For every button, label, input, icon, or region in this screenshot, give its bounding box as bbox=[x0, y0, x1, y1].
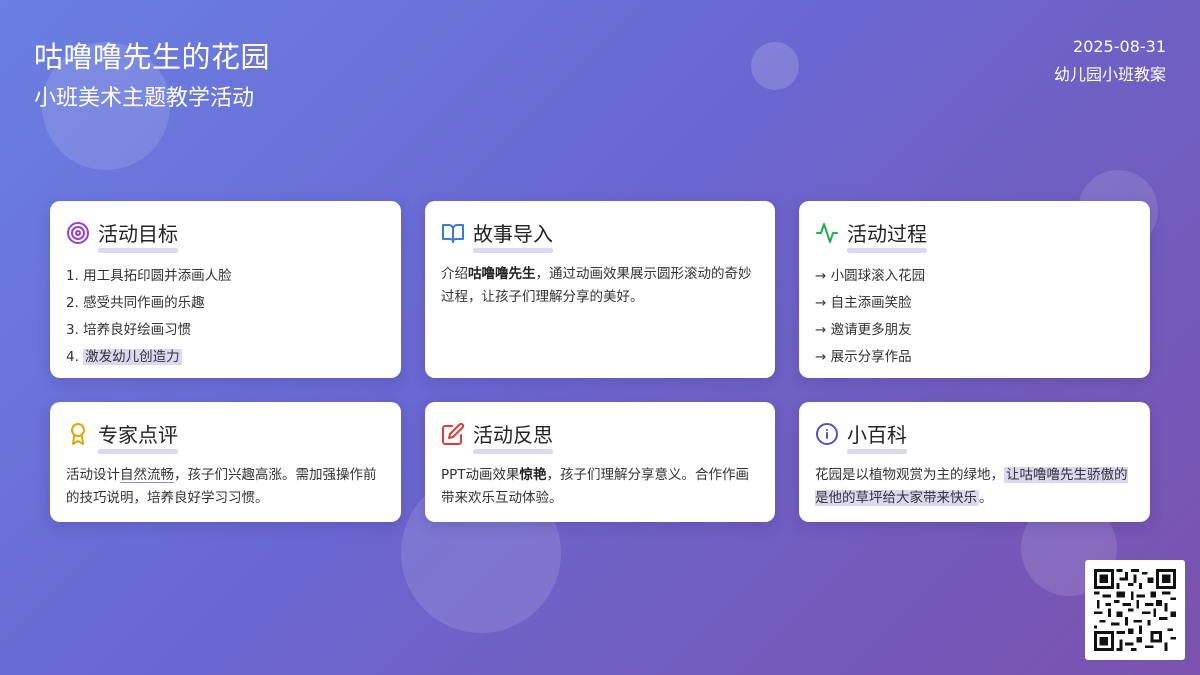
process-step: → 展示分享作品 bbox=[815, 349, 912, 365]
story-text-prefix: 介绍 bbox=[441, 266, 468, 282]
qr-code bbox=[1085, 560, 1185, 660]
target-icon bbox=[66, 221, 90, 245]
process-title: 活动过程 bbox=[847, 218, 927, 253]
reflection-card-header: 活动反思 bbox=[441, 419, 759, 454]
goal-item-number: 4. bbox=[66, 349, 84, 365]
story-card: 故事导入 介绍咕噜噜先生，通过动画效果展示圆形滚动的奇妙过程，让孩子们理解分享的… bbox=[425, 201, 775, 378]
wiki-title: 小百科 bbox=[847, 419, 907, 454]
wiki-text: 花园是以植物观赏为主的绿地， 让咕噜噜先生骄傲的是他的草坪给大家带来快乐。 bbox=[815, 464, 1134, 510]
goal-item: 2. 感受共同作画的乐趣 bbox=[66, 295, 205, 311]
story-card-header: 故事导入 bbox=[441, 218, 759, 253]
process-step: → 自主添画笑脸 bbox=[815, 295, 912, 311]
story-text-bold: 咕噜噜先生 bbox=[468, 266, 536, 282]
reflection-text: PPT动画效果惊艳，孩子们理解分享意义。合作作画带来欢乐互动体验。 bbox=[441, 464, 759, 510]
goals-card-header: 活动目标 bbox=[66, 218, 385, 253]
reflection-text-prefix: PPT动画效果 bbox=[441, 467, 520, 483]
process-card: 活动过程 → 小圆球滚入花园 → 自主添画笑脸 → 邀请更多朋友 → 展示分享作… bbox=[799, 201, 1150, 378]
reflection-title: 活动反思 bbox=[473, 419, 553, 454]
review-card-header: 专家点评 bbox=[66, 419, 385, 454]
review-card: 专家点评 活动设计自然流畅，孩子们兴趣高涨。需加强操作前的技巧说明，培养良好学习… bbox=[50, 402, 401, 522]
page-subtitle: 小班美术主题教学活动 bbox=[34, 86, 255, 111]
info-icon bbox=[815, 422, 839, 446]
award-icon bbox=[66, 422, 90, 446]
review-title: 专家点评 bbox=[98, 419, 178, 454]
wiki-text-rest: 。 bbox=[979, 490, 993, 506]
review-text: 活动设计自然流畅，孩子们兴趣高涨。需加强操作前的技巧说明，培养良好学习习惯。 bbox=[66, 464, 385, 510]
date-label: 2025-08-31 bbox=[1073, 37, 1166, 56]
activity-icon bbox=[815, 221, 839, 245]
wiki-card-header: 小百科 bbox=[815, 419, 1134, 454]
review-text-underline: 自然流畅 bbox=[120, 467, 174, 483]
goals-title: 活动目标 bbox=[98, 218, 178, 253]
goals-card: 活动目标 1. 用工具拓印圆并添画人脸 2. 感受共同作画的乐趣 3. 培养良好… bbox=[50, 201, 401, 378]
process-card-header: 活动过程 bbox=[815, 218, 1134, 253]
goal-item: 4. 激发幼儿创造力 bbox=[66, 344, 385, 371]
goal-item: 1. 用工具拓印圆并添画人脸 bbox=[66, 268, 232, 284]
book-icon bbox=[441, 221, 465, 245]
process-steps: → 小圆球滚入花园 → 自主添画笑脸 → 邀请更多朋友 → 展示分享作品 bbox=[815, 263, 1134, 371]
wiki-card: 小百科 花园是以植物观赏为主的绿地， 让咕噜噜先生骄傲的是他的草坪给大家带来快乐。 bbox=[799, 402, 1150, 522]
decor-bubble bbox=[751, 42, 799, 90]
goal-item: 3. 培养良好绘画习惯 bbox=[66, 322, 192, 338]
page-title: 咕噜噜先生的花园 bbox=[34, 40, 271, 74]
story-text: 介绍咕噜噜先生，通过动画效果展示圆形滚动的奇妙过程，让孩子们理解分享的美好。 bbox=[441, 263, 759, 309]
reflection-text-bold: 惊艳 bbox=[519, 467, 547, 483]
story-title: 故事导入 bbox=[473, 218, 553, 253]
wiki-text-prefix: 花园是以植物观赏为主的绿地， bbox=[815, 467, 1004, 483]
reflection-card: 活动反思 PPT动画效果惊艳，孩子们理解分享意义。合作作画带来欢乐互动体验。 bbox=[425, 402, 775, 522]
goals-list: 1. 用工具拓印圆并添画人脸 2. 感受共同作画的乐趣 3. 培养良好绘画习惯 … bbox=[66, 263, 385, 371]
edit-icon bbox=[441, 422, 465, 446]
process-step: → 邀请更多朋友 bbox=[815, 322, 912, 338]
qr-code-icon bbox=[1094, 569, 1176, 651]
process-step: → 小圆球滚入花园 bbox=[815, 268, 926, 284]
plan-label: 幼儿园小班教案 bbox=[1053, 65, 1166, 84]
review-text-prefix: 活动设计 bbox=[66, 467, 120, 483]
goal-highlight: 激发幼儿创造力 bbox=[83, 349, 182, 365]
